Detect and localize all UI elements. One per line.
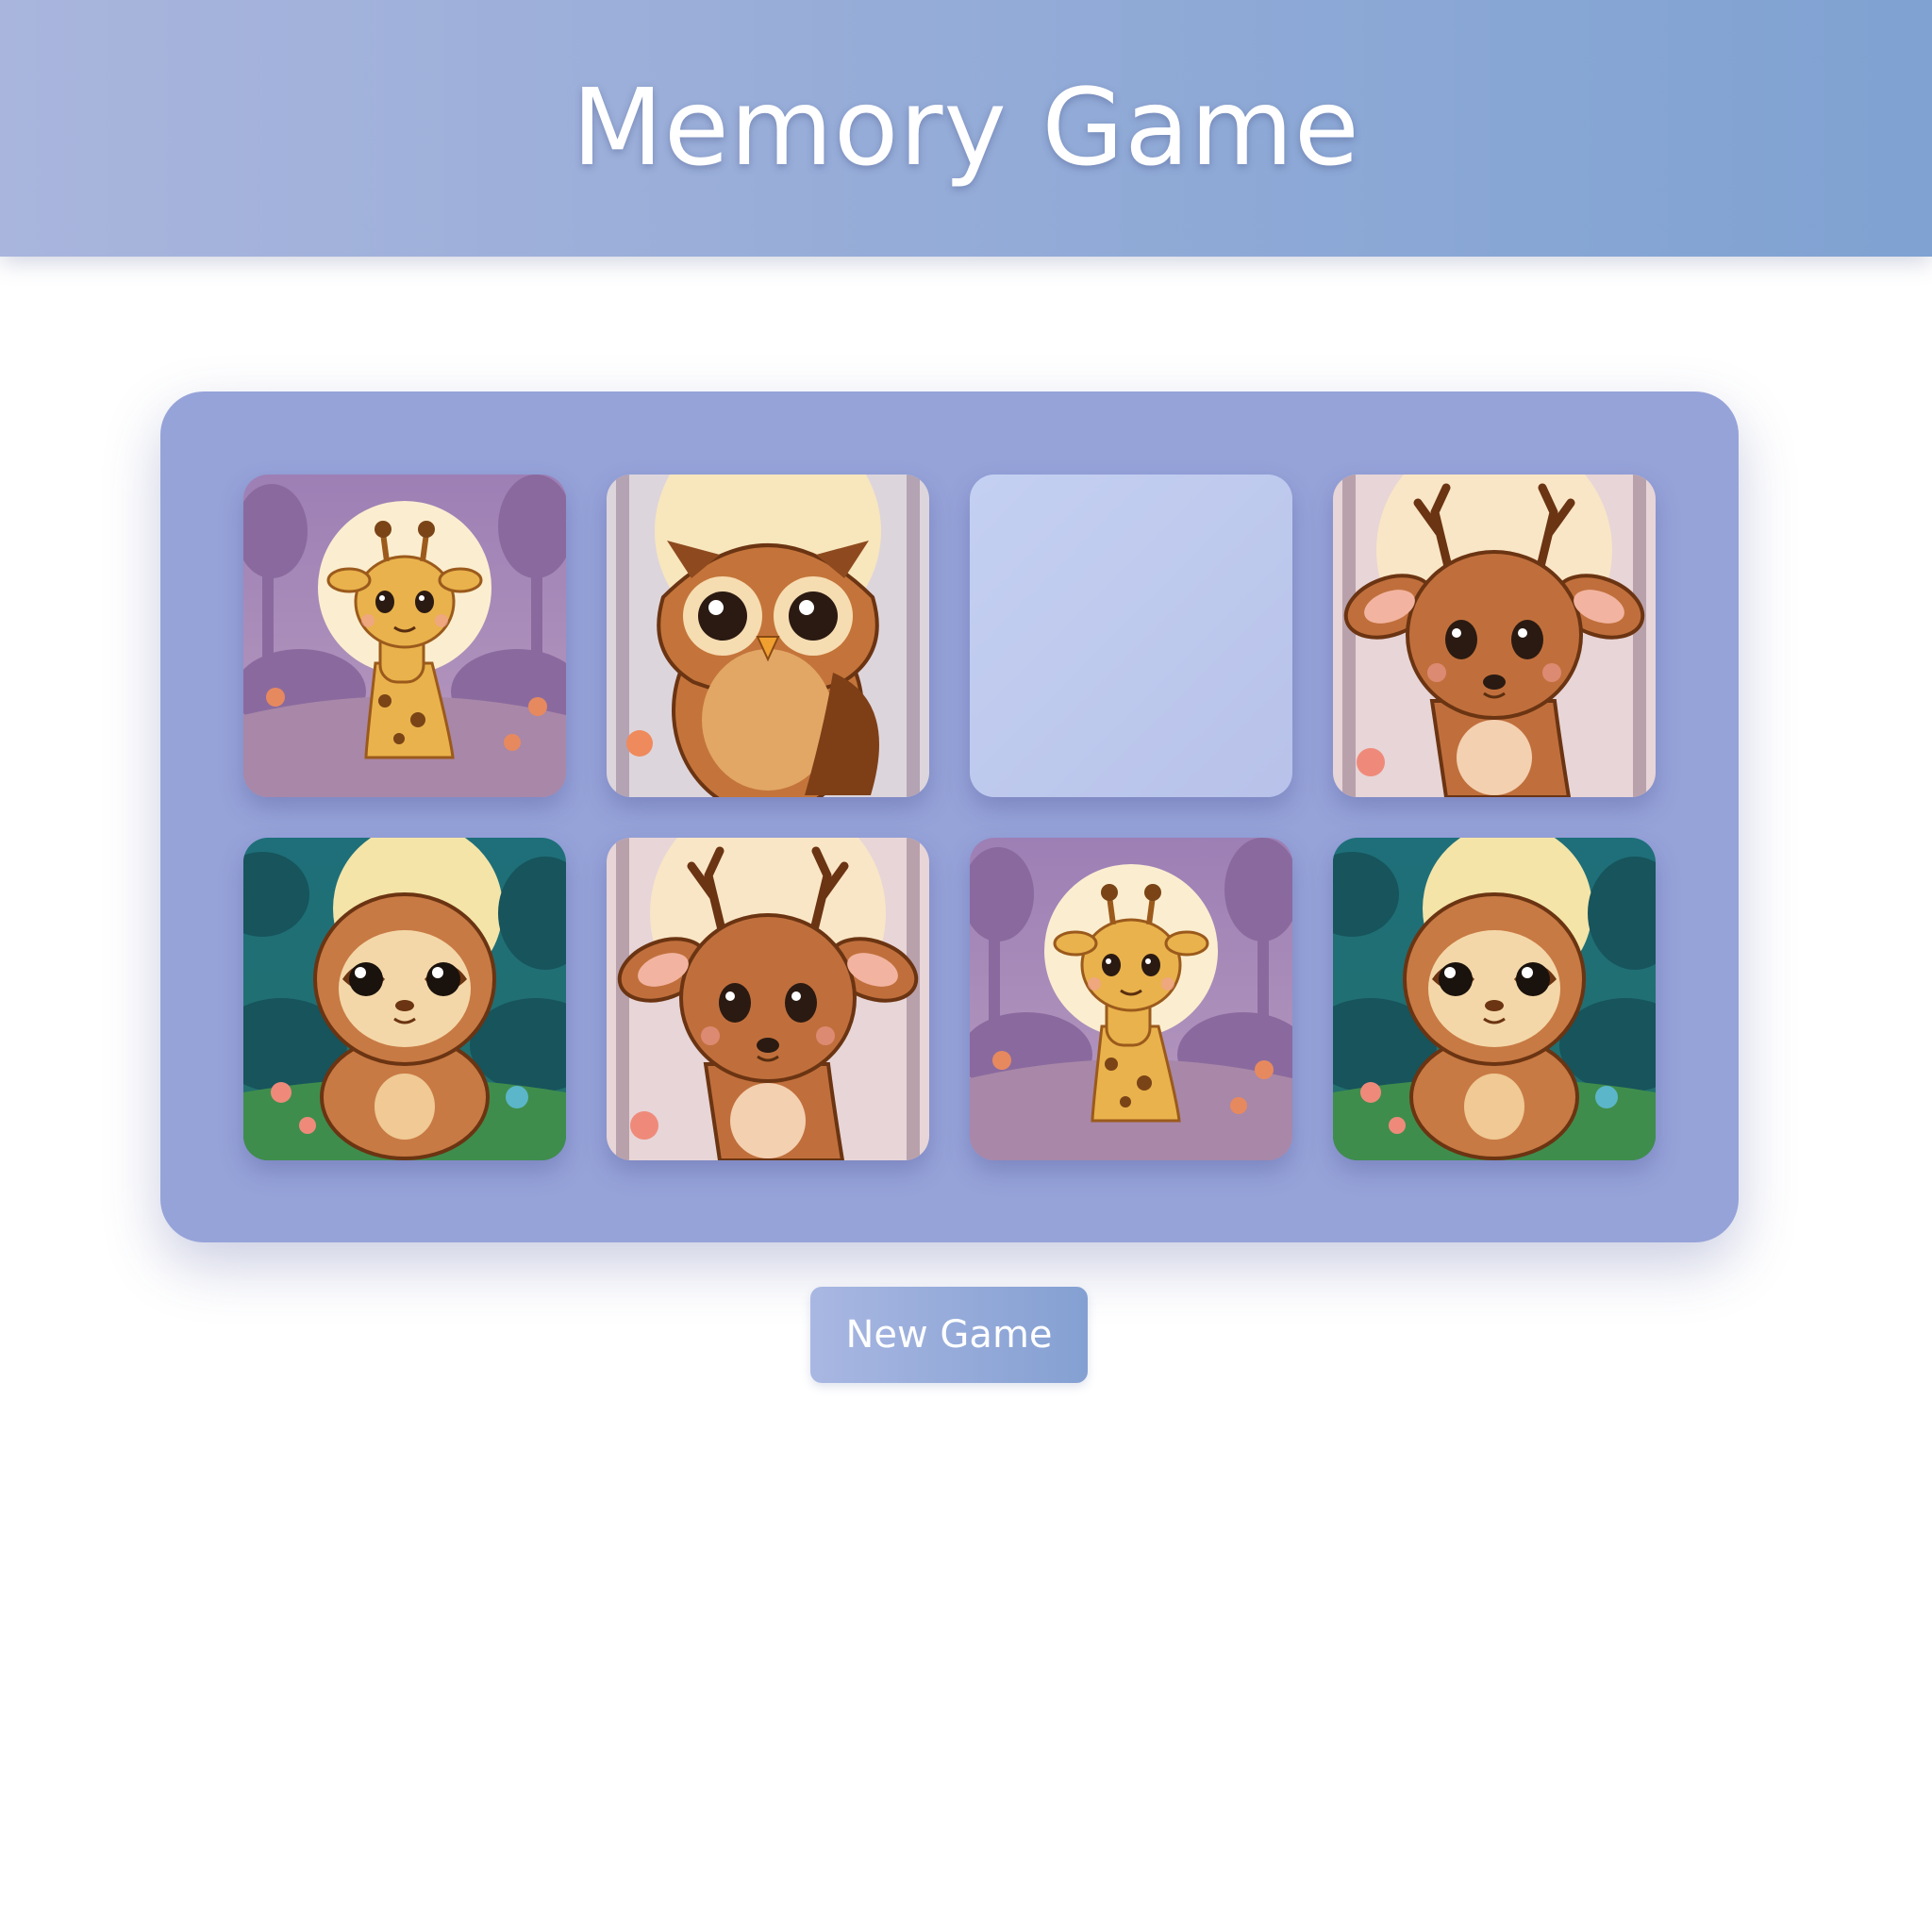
card-owl[interactable] <box>607 475 929 797</box>
giraffe-icon <box>243 475 566 797</box>
card-deer[interactable] <box>607 838 929 1160</box>
new-game-button[interactable]: New Game <box>810 1287 1088 1383</box>
deer-icon <box>1333 475 1656 797</box>
card-sloth[interactable] <box>1333 838 1656 1160</box>
card-sloth[interactable] <box>243 838 566 1160</box>
deer-icon <box>607 838 929 1160</box>
owl-icon <box>607 475 929 797</box>
giraffe-icon <box>970 838 1292 1160</box>
card-deer[interactable] <box>1333 475 1656 797</box>
card-face-down[interactable] <box>970 475 1292 797</box>
game-board <box>160 391 1739 1242</box>
card-giraffe[interactable] <box>243 475 566 797</box>
card-giraffe[interactable] <box>970 838 1292 1160</box>
sloth-icon <box>243 838 566 1160</box>
page-title: Memory Game <box>572 67 1360 190</box>
app-header: Memory Game <box>0 0 1932 257</box>
sloth-icon <box>1333 838 1656 1160</box>
